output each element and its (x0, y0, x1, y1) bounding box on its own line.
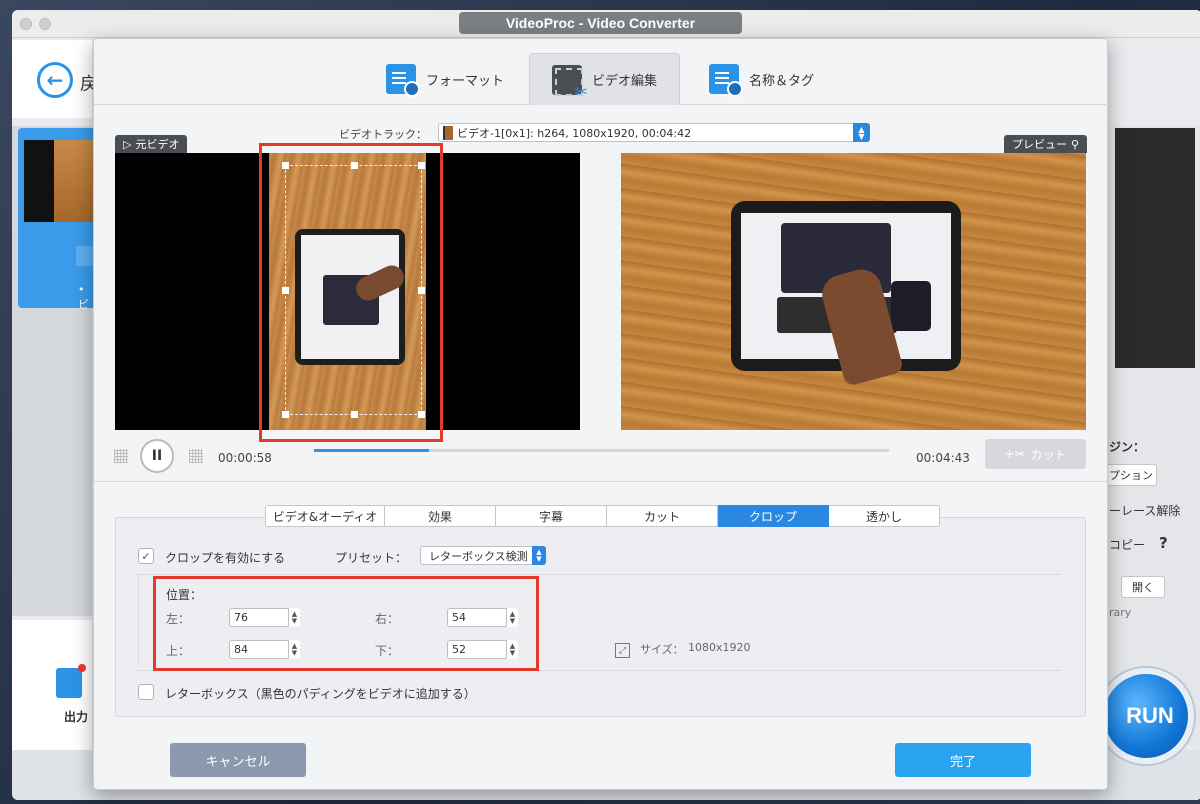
tablet-image (731, 201, 961, 387)
tab-video-edit-label: ビデオ編集 (592, 74, 658, 89)
video-list: • ビ (12, 126, 96, 616)
size-label: サイズ： (640, 643, 684, 656)
playback-controls: II 00:00:58 00:04:43 +✂ カット (114, 437, 1089, 473)
video-track-select[interactable]: ビデオ-1[0x1]: h264, 1080x1920, 00:04:42 ▲ ▼ (438, 123, 870, 142)
close-window-button[interactable] (20, 18, 32, 30)
title-bar: VideoProc - Video Converter (12, 10, 1200, 38)
grip-icon[interactable] (114, 449, 128, 463)
video-track-value: ビデオ-1[0x1]: h264, 1080x1920, 00:04:42 (457, 126, 692, 140)
video-file-icon (443, 125, 453, 140)
enable-crop-checkbox[interactable]: ✓ (138, 548, 154, 564)
subtab-crop[interactable]: クロップ (718, 505, 829, 527)
open-button[interactable]: 開く (1121, 576, 1165, 598)
enable-crop-label: クロップを有効にする (165, 551, 286, 565)
source-video-label: 元ビデオ (135, 138, 180, 151)
done-button[interactable]: 完了 (895, 743, 1031, 777)
cut-button[interactable]: +✂ カット (985, 439, 1086, 469)
letterbox-label: レターボックス（黒色のパディングをビデオに追加する） (165, 687, 476, 701)
crop-highlight-box (259, 143, 443, 442)
engine-heading: ジン： (1109, 440, 1146, 454)
progress-fill (314, 449, 429, 452)
output-doc-icon[interactable] (56, 664, 86, 698)
video-thumbnail (24, 140, 96, 222)
position-highlight-box (153, 576, 539, 671)
window-controls (20, 18, 51, 30)
tab-video-edit[interactable]: ビデオ編集 (529, 53, 681, 105)
subtab-video-audio[interactable]: ビデオ&オーディオ (265, 505, 385, 527)
option-button[interactable]: プション (1105, 464, 1157, 486)
tab-name-tag-label: 名称＆タグ (749, 73, 815, 89)
fullscreen-icon[interactable]: ⤢ (615, 643, 630, 658)
format-doc-icon (386, 64, 420, 97)
subtab-watermark[interactable]: 透かし (829, 505, 940, 527)
play-outline-icon: ▷ (123, 137, 132, 151)
help-icon[interactable]: ? (1159, 534, 1168, 552)
preset-value: レターボックス検測 (429, 549, 528, 563)
select-arrows-icon: ▲ ▼ (532, 546, 546, 565)
video-list-item[interactable]: • ビ (18, 128, 96, 311)
back-area: ← 戻 (12, 40, 98, 118)
pause-button[interactable]: II (140, 439, 174, 473)
subtab-effects[interactable]: 効果 (385, 505, 496, 527)
grip-icon[interactable] (189, 449, 203, 463)
size-value: 1080x1920 (688, 641, 751, 654)
edit-subtabs: ビデオ&オーディオ 効果 字幕 カット クロップ 透かし (265, 505, 940, 527)
subtab-subtitles[interactable]: 字幕 (496, 505, 607, 527)
preset-label: プリセット： (335, 551, 408, 565)
checkmark-icon: ✓ (141, 549, 151, 563)
right-preview (1115, 128, 1195, 368)
current-time: 00:00:58 (218, 451, 272, 465)
tab-format[interactable]: フォーマット (364, 53, 526, 105)
zoom-icon: ⚲ (1071, 137, 1080, 151)
output-label: 出力 (64, 710, 89, 724)
total-time: 00:04:43 (916, 451, 970, 465)
letterbox-checkbox[interactable] (138, 684, 154, 700)
scissors-icon: +✂ (1004, 447, 1025, 461)
right-panel: ジン： プション ーレース解除 コピー ? 開く rary (1105, 126, 1200, 746)
tab-format-label: フォーマット (426, 73, 505, 89)
select-arrows-icon: ▲ ▼ (853, 123, 870, 142)
name-tag-icon (709, 64, 743, 97)
minimize-window-button[interactable] (39, 18, 51, 30)
video-track-label: ビデオトラック： (339, 128, 427, 141)
cut-label: カット (1030, 447, 1067, 462)
preview-label: プレビュー (1012, 138, 1067, 151)
source-video-tag: ▷ 元ビデオ (115, 135, 188, 153)
subtab-cut[interactable]: カット (607, 505, 718, 527)
deinterlace-label[interactable]: ーレース解除 (1109, 502, 1180, 519)
dialog-tabs: フォーマット ビデオ編集 名称＆タグ (94, 39, 1109, 105)
preview-player (621, 153, 1086, 430)
edit-dialog: フォーマット ビデオ編集 名称＆タグ ビデオトラック： ビデオ-1[0x1]: … (93, 38, 1109, 790)
cancel-button[interactable]: キャンセル (170, 743, 306, 777)
pause-icon: II (151, 448, 163, 464)
library-label: rary (1109, 606, 1132, 619)
copy-label[interactable]: コピー (1109, 536, 1145, 553)
tab-name-tag[interactable]: 名称＆タグ (687, 53, 836, 105)
output-section: 出力 (12, 620, 92, 750)
back-arrow-icon[interactable]: ← (37, 62, 73, 98)
video-edit-icon (552, 64, 588, 101)
preset-select[interactable]: レターボックス検測 ▲ ▼ (420, 546, 546, 565)
divider (94, 481, 1109, 482)
window-title: VideoProc - Video Converter (459, 12, 742, 34)
run-button[interactable]: RUN (1098, 668, 1194, 764)
preview-tag[interactable]: プレビュー ⚲ (1004, 135, 1088, 153)
progress-bar[interactable] (314, 449, 889, 452)
